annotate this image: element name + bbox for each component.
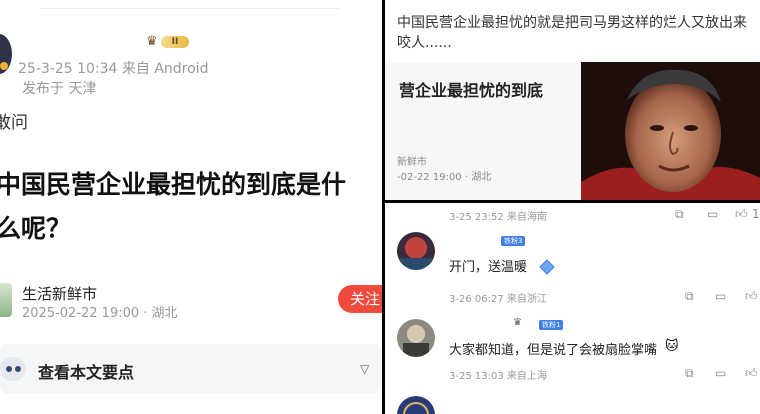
fans-badge: 铁粉1 <box>539 320 564 330</box>
divider <box>40 8 340 9</box>
post-location: 发布于 天津 <box>22 81 97 97</box>
weibo-post-panel: 25-3-25 10:34 来自 Android ♛ II 发布于 天津 敢问 … <box>0 0 382 414</box>
diamond-sticker-icon <box>539 259 555 275</box>
repost-text-line2: 咬人...... <box>397 35 452 51</box>
comment-icon[interactable]: ▭ <box>707 207 718 221</box>
repost-panel: 中国民营企业最担忧的就是把司马男这样的烂人又放出来 咬人...... 营企业最担… <box>385 0 760 200</box>
chevron-down-icon[interactable]: ▽ <box>360 362 369 376</box>
post-prefix: 敢问 <box>0 113 28 133</box>
commenter-avatar[interactable] <box>397 396 435 414</box>
keypoints-label[interactable]: 查看本文要点 <box>38 359 134 383</box>
card-source: 新鲜市 <box>397 157 427 168</box>
source-name[interactable]: 生活新鲜市 <box>22 283 97 304</box>
avatar[interactable] <box>0 34 12 74</box>
commenter-avatar[interactable] <box>397 232 435 270</box>
source-avatar[interactable] <box>0 283 12 317</box>
share-icon[interactable]: ⧉ <box>685 289 694 304</box>
cat-emoji-icon: 🐱︎ <box>665 339 679 354</box>
like-icon[interactable]: 👍︎ <box>745 366 758 381</box>
share-icon[interactable]: ⧉ <box>675 207 684 222</box>
card-title[interactable]: 营企业最担忧的到底 <box>399 77 543 101</box>
level-label: II <box>161 36 189 48</box>
crown-icon: ♛ <box>146 34 158 49</box>
post-title-line2: 么呢？ <box>0 214 72 243</box>
commenter-avatar[interactable] <box>397 319 435 357</box>
comment-text: 开门，送温暖 <box>449 260 528 275</box>
comment-meta: 3-25 13:03 来自上海 <box>449 371 547 382</box>
robot-icon <box>0 357 26 381</box>
like-icon[interactable]: 👍︎ <box>745 289 758 304</box>
comments-panel: 3-25 23:52 来自海南 ⧉ ▭ 👍︎ 1 铁粉3 开门，送温暖 3-26… <box>385 203 760 414</box>
share-icon[interactable]: ⧉ <box>685 366 694 381</box>
level-badge: ♛ II <box>146 34 190 50</box>
fans-badge: 铁粉3 <box>501 236 526 246</box>
follow-button[interactable]: 关注 <box>338 285 382 313</box>
like-count: 1 <box>752 207 760 221</box>
crown-icon: ♛ <box>513 317 522 328</box>
card-meta: -02-22 19:00 · 湖北 <box>397 172 492 183</box>
repost-text-line1: 中国民营企业最担忧的就是把司马男这样的烂人又放出来 <box>397 15 747 31</box>
comment-meta: 3-26 06:27 来自浙江 <box>449 294 547 305</box>
comment-icon[interactable]: ▭ <box>715 289 726 303</box>
comment-meta: 3-25 23:52 来自海南 <box>449 212 547 223</box>
source-meta: 2025-02-22 19:00 · 湖北 <box>22 306 178 321</box>
like-icon[interactable]: 👍︎ <box>735 207 748 222</box>
comment-text: 大家都知道，但是说了会被扇脸掌嘴 <box>449 343 658 358</box>
card-photo <box>581 62 760 200</box>
comment-icon[interactable]: ▭ <box>715 366 726 380</box>
post-title-line1: 中国民营企业最担忧的到底是什 <box>0 170 347 199</box>
post-time-source: 25-3-25 10:34 来自 Android <box>18 61 209 77</box>
